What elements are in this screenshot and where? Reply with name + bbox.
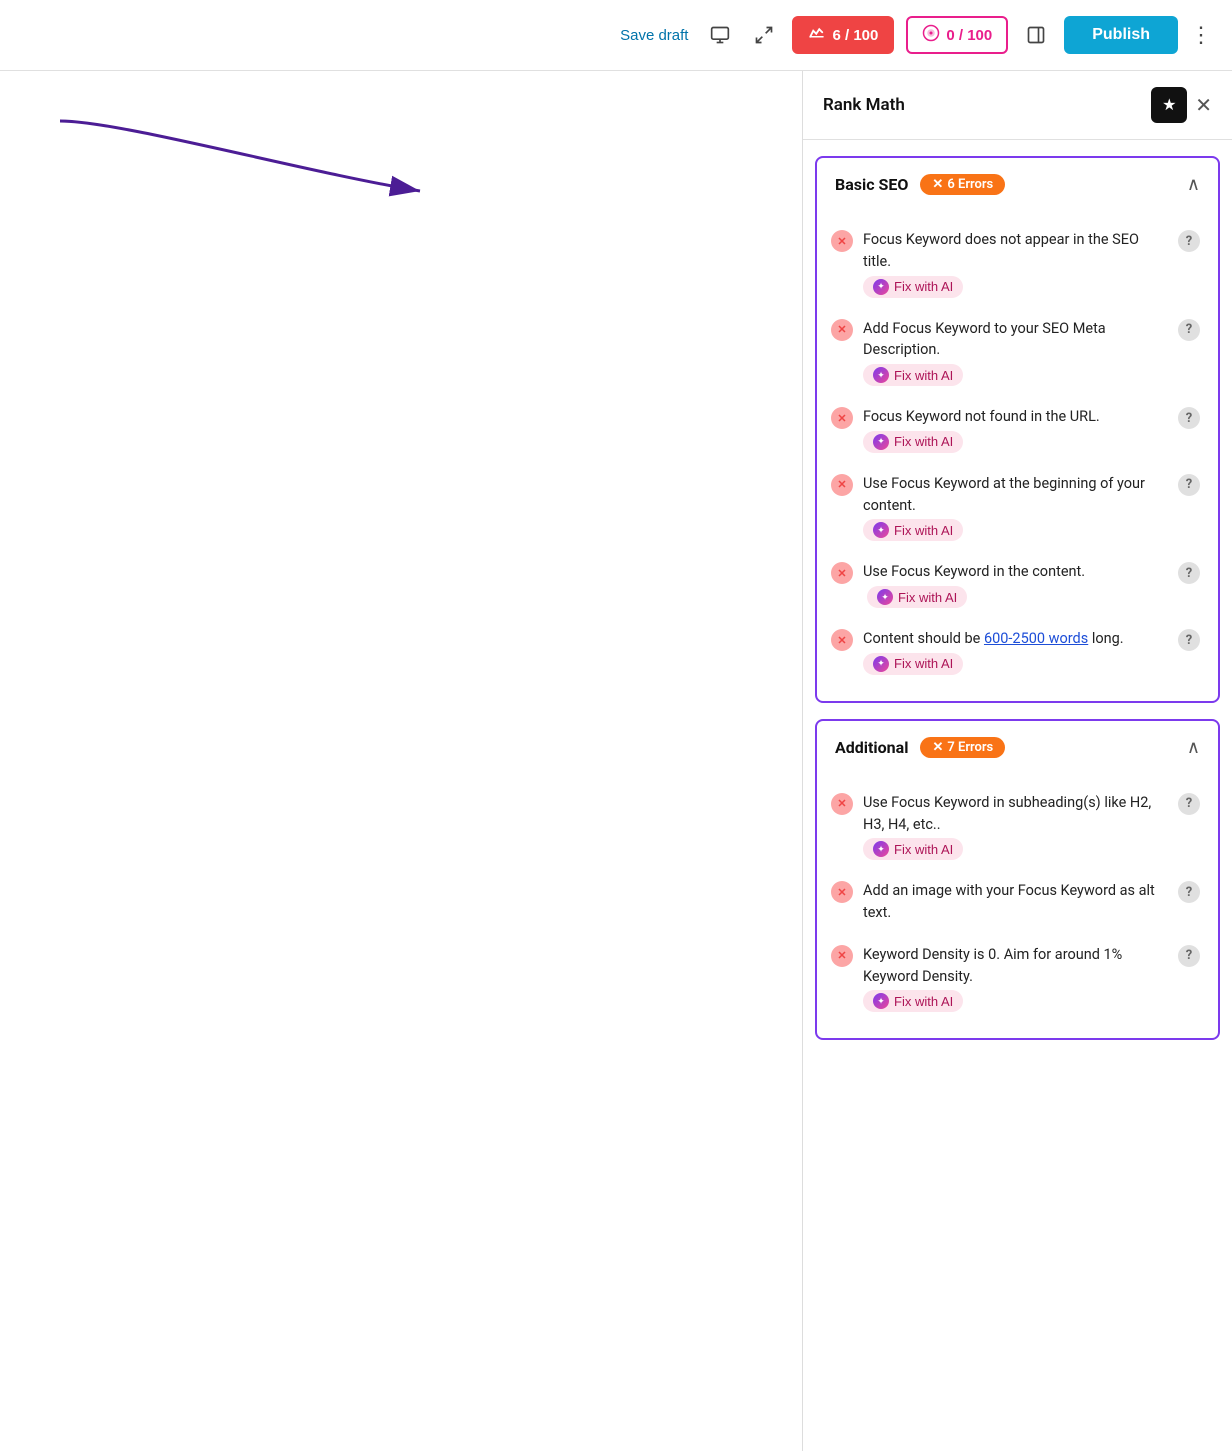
error-icon (831, 629, 853, 651)
additional-title-area: Additional ✕ 7 Errors (835, 737, 1005, 758)
help-icon[interactable]: ? (1178, 407, 1200, 429)
help-icon[interactable]: ? (1178, 319, 1200, 341)
basic-seo-items: Focus Keyword does not appear in the SEO… (817, 211, 1218, 701)
help-icon[interactable]: ? (1178, 945, 1200, 967)
sidebar-toggle-button[interactable] (1020, 19, 1052, 51)
fix-with-ai-button[interactable]: ✦ Fix with AI (863, 519, 963, 541)
item-text: Focus Keyword not found in the URL. ✦ Fi… (863, 406, 1168, 453)
item-text: Content should be 600-2500 words long. ✦… (863, 628, 1168, 675)
help-icon[interactable]: ? (1178, 881, 1200, 903)
check-item: Add an image with your Focus Keyword as … (817, 870, 1218, 934)
check-item: Use Focus Keyword in the content. ✦ Fix … (817, 551, 1218, 618)
help-icon[interactable]: ? (1178, 562, 1200, 584)
close-panel-button[interactable]: ✕ (1195, 93, 1212, 118)
check-item: Add Focus Keyword to your SEO Meta Descr… (817, 308, 1218, 397)
ai-score-value: 0 / 100 (946, 27, 992, 44)
error-icon (831, 881, 853, 903)
editor-area (0, 71, 802, 1451)
basic-seo-chevron: ∧ (1187, 174, 1200, 195)
preview-desktop-button[interactable] (704, 19, 736, 51)
panel-content: Basic SEO ✕ 6 Errors ∧ Focus Keyword doe… (803, 140, 1232, 1451)
ai-fix-icon: ✦ (873, 993, 889, 1009)
ai-fix-icon: ✦ (873, 279, 889, 295)
basic-seo-section: Basic SEO ✕ 6 Errors ∧ Focus Keyword doe… (815, 156, 1220, 703)
check-item: Focus Keyword does not appear in the SEO… (817, 219, 1218, 308)
item-text: Add an image with your Focus Keyword as … (863, 880, 1168, 924)
fix-with-ai-button[interactable]: ✦ Fix with AI (863, 276, 963, 298)
additional-section: Additional ✕ 7 Errors ∧ Use Focus Keywor… (815, 719, 1220, 1041)
ai-fix-icon: ✦ (873, 367, 889, 383)
help-icon[interactable]: ? (1178, 474, 1200, 496)
error-icon (831, 562, 853, 584)
rank-math-panel: Rank Math ★ ✕ Basic SEO ✕ 6 Errors (802, 71, 1232, 1451)
panel-header-actions: ★ ✕ (1151, 87, 1212, 123)
main-area: Rank Math ★ ✕ Basic SEO ✕ 6 Errors (0, 71, 1232, 1451)
help-icon[interactable]: ? (1178, 793, 1200, 815)
more-options-button[interactable]: ⋮ (1190, 22, 1212, 48)
error-icon (831, 793, 853, 815)
error-icon (831, 945, 853, 967)
arrow-annotation (0, 71, 460, 271)
word-count-link[interactable]: 600-2500 words (984, 630, 1088, 647)
help-icon[interactable]: ? (1178, 230, 1200, 252)
additional-chevron: ∧ (1187, 737, 1200, 758)
fullscreen-button[interactable] (748, 19, 780, 51)
ai-fix-icon: ✦ (877, 589, 893, 605)
basic-seo-title-area: Basic SEO ✕ 6 Errors (835, 174, 1005, 195)
ai-fix-icon: ✦ (873, 656, 889, 672)
ai-score-icon (922, 24, 940, 46)
additional-errors-badge: ✕ 7 Errors (920, 737, 1005, 758)
panel-title: Rank Math (823, 95, 905, 115)
error-icon (831, 230, 853, 252)
item-text: Keyword Density is 0. Aim for around 1% … (863, 944, 1168, 1013)
fullscreen-icon (754, 25, 774, 45)
toolbar: Save draft 6 / 100 0 / 100 (0, 0, 1232, 71)
desktop-icon (710, 25, 730, 45)
seo-score-value: 6 / 100 (832, 27, 878, 44)
item-text: Focus Keyword does not appear in the SEO… (863, 229, 1168, 298)
item-text: Add Focus Keyword to your SEO Meta Descr… (863, 318, 1168, 387)
additional-items: Use Focus Keyword in subheading(s) like … (817, 774, 1218, 1039)
ai-score-button[interactable]: 0 / 100 (906, 16, 1008, 54)
sidebar-icon (1026, 25, 1046, 45)
ai-fix-icon: ✦ (873, 841, 889, 857)
seo-score-button[interactable]: 6 / 100 (792, 16, 894, 54)
fix-with-ai-button[interactable]: ✦ Fix with AI (863, 990, 963, 1012)
publish-button[interactable]: Publish (1064, 16, 1178, 54)
check-item: Use Focus Keyword at the beginning of yo… (817, 463, 1218, 552)
basic-seo-header[interactable]: Basic SEO ✕ 6 Errors ∧ (817, 158, 1218, 211)
check-item: Focus Keyword not found in the URL. ✦ Fi… (817, 396, 1218, 463)
basic-seo-errors-badge: ✕ 6 Errors (920, 174, 1005, 195)
ai-fix-icon: ✦ (873, 522, 889, 538)
basic-seo-title: Basic SEO (835, 175, 908, 194)
additional-title: Additional (835, 738, 908, 757)
fix-with-ai-button[interactable]: ✦ Fix with AI (863, 653, 963, 675)
help-icon[interactable]: ? (1178, 629, 1200, 651)
error-icon (831, 474, 853, 496)
item-text: Use Focus Keyword in subheading(s) like … (863, 792, 1168, 861)
additional-header[interactable]: Additional ✕ 7 Errors ∧ (817, 721, 1218, 774)
check-item: Content should be 600-2500 words long. ✦… (817, 618, 1218, 685)
error-icon (831, 407, 853, 429)
fix-with-ai-button[interactable]: ✦ Fix with AI (867, 586, 967, 608)
score-chart-icon (808, 24, 826, 42)
fix-with-ai-button[interactable]: ✦ Fix with AI (863, 838, 963, 860)
fix-with-ai-button[interactable]: ✦ Fix with AI (863, 431, 963, 453)
check-item: Keyword Density is 0. Aim for around 1% … (817, 934, 1218, 1023)
ai-icon (922, 24, 940, 42)
ai-fix-icon: ✦ (873, 434, 889, 450)
fix-with-ai-button[interactable]: ✦ Fix with AI (863, 364, 963, 386)
panel-header: Rank Math ★ ✕ (803, 71, 1232, 140)
save-draft-button[interactable]: Save draft (620, 27, 688, 44)
check-item: Use Focus Keyword in subheading(s) like … (817, 782, 1218, 871)
error-icon (831, 319, 853, 341)
seo-score-icon (808, 24, 826, 46)
item-text: Use Focus Keyword at the beginning of yo… (863, 473, 1168, 542)
star-button[interactable]: ★ (1151, 87, 1187, 123)
item-text: Use Focus Keyword in the content. ✦ Fix … (863, 561, 1168, 608)
